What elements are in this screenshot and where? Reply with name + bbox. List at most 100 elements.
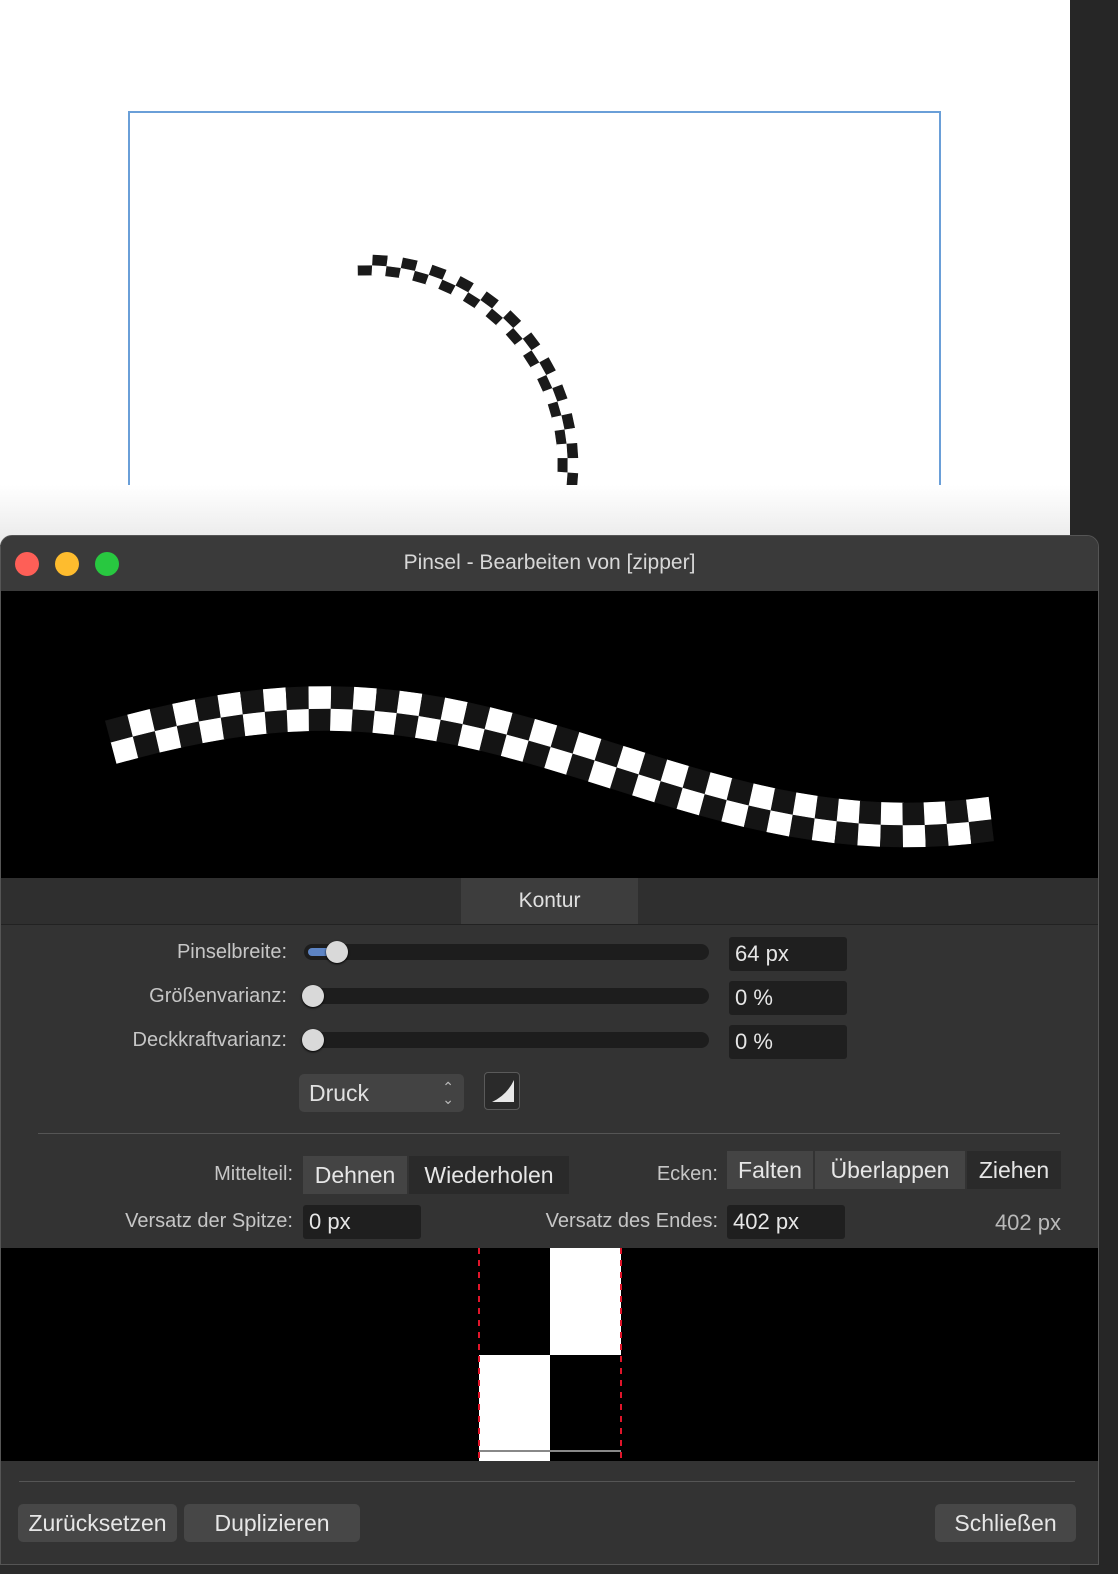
checker-tile	[814, 795, 841, 822]
checker-tile	[262, 687, 288, 712]
checker-tile	[880, 802, 904, 826]
checker-tile	[352, 686, 377, 711]
size-variance-field[interactable]: 0 %	[729, 981, 847, 1015]
checker-tile	[902, 802, 926, 826]
checker-tile	[198, 716, 226, 744]
pressure-select[interactable]: Druck ⌃ ⌄	[299, 1074, 464, 1112]
brush-width-slider[interactable]	[304, 941, 709, 963]
opacity-variance-slider[interactable]	[302, 1029, 709, 1051]
divider	[19, 1481, 1075, 1482]
window-title: Pinsel - Bearbeiten von [zipper]	[403, 551, 696, 574]
brush-width-slider-knob[interactable]	[326, 941, 348, 963]
checker-tile	[966, 796, 992, 823]
divider	[38, 1133, 1060, 1134]
brush-editor-dialog: Pinsel - Bearbeiten von [zipper] Kontur …	[0, 535, 1099, 1565]
checker-tile	[357, 254, 373, 266]
duplicate-button[interactable]: Duplizieren	[184, 1504, 360, 1542]
checker-tile	[351, 708, 376, 733]
checker-tile	[330, 686, 354, 710]
checker-tile	[834, 820, 860, 846]
checker-tile	[220, 713, 247, 740]
checker-tile	[566, 442, 579, 459]
tip-offset-label: Versatz der Spitze:	[125, 1210, 293, 1232]
tab-bar: Kontur	[1, 878, 1098, 925]
document-canvas[interactable]	[0, 0, 1070, 571]
checker-tile	[285, 686, 310, 710]
canvas-brush-stroke	[357, 254, 579, 545]
tip-offset-field[interactable]: 0 px	[303, 1205, 421, 1239]
select-chevron-icon: ⌃ ⌄	[442, 1079, 454, 1107]
pressure-curve-button[interactable]	[484, 1072, 520, 1110]
segment-tile	[550, 1248, 621, 1355]
checker-tile	[770, 788, 798, 815]
checker-tile	[836, 798, 862, 824]
corners-drag-button[interactable]: Ziehen	[967, 1151, 1061, 1189]
checker-tile	[308, 686, 332, 709]
checker-tile	[902, 824, 926, 848]
checker-tile	[242, 711, 268, 737]
brush-width-field[interactable]: 64 px	[729, 937, 847, 971]
checker-tile	[857, 822, 882, 847]
checker-tile	[944, 799, 970, 824]
brush-width-label: Pinselbreite:	[176, 941, 287, 963]
checker-tile	[286, 708, 311, 732]
checker-tile	[330, 708, 354, 732]
checker-tile	[923, 801, 948, 826]
checker-tile	[357, 264, 373, 276]
checker-tile	[374, 688, 400, 714]
middle-stretch-button[interactable]: Dehnen	[303, 1156, 407, 1194]
end-offset-label: Versatz des Endes:	[545, 1210, 718, 1232]
checker-tile	[946, 821, 972, 846]
checker-tile	[149, 703, 178, 732]
corners-label: Ecken:	[656, 1163, 718, 1185]
checker-tile	[308, 708, 332, 731]
checker-tile	[418, 693, 446, 720]
middle-label: Mittelteil:	[214, 1163, 293, 1185]
preview-brush-stroke	[104, 686, 994, 848]
opacity-variance-slider-knob[interactable]	[302, 1029, 324, 1051]
segment-preview-graphic	[478, 1248, 622, 1461]
checker-tile	[858, 800, 883, 825]
size-variance-label: Größenvarianz:	[149, 985, 287, 1007]
middle-repeat-button[interactable]: Wiederholen	[409, 1156, 569, 1194]
opacity-variance-label: Deckkraftvarianz:	[132, 1029, 288, 1051]
checker-tile	[880, 824, 904, 848]
checker-tile	[567, 458, 579, 474]
stroke-preview	[1, 591, 1098, 878]
checker-tile	[440, 697, 468, 725]
close-button[interactable]: Schließen	[935, 1504, 1076, 1542]
corners-fold-button[interactable]: Falten	[727, 1151, 813, 1189]
pressure-select-value: Druck	[309, 1080, 370, 1106]
checker-tile	[172, 699, 200, 727]
checker-tile	[557, 458, 569, 474]
opacity-variance-field[interactable]: 0 %	[729, 1025, 847, 1059]
segment-preview	[1, 1248, 1098, 1461]
checker-tile	[217, 691, 244, 718]
checker-tile	[792, 792, 819, 819]
segment-tile	[479, 1355, 550, 1461]
checker-tile	[789, 814, 816, 841]
checker-tile	[811, 817, 838, 844]
checker-tile	[371, 264, 388, 277]
size-variance-slider-knob[interactable]	[302, 985, 324, 1007]
checker-tile	[264, 709, 290, 734]
checker-tile	[372, 254, 388, 267]
checker-tile	[564, 427, 578, 445]
reset-button[interactable]: Zurücksetzen	[18, 1504, 177, 1542]
corners-overlap-button[interactable]: Überlappen	[815, 1151, 965, 1189]
checker-tile	[372, 710, 398, 736]
size-variance-slider[interactable]	[302, 985, 709, 1007]
total-length-readout: 402 px	[994, 1210, 1061, 1235]
checker-tile	[968, 818, 994, 844]
pressure-curve-icon	[492, 1080, 514, 1102]
checker-tile	[396, 690, 423, 717]
checker-tile	[924, 823, 949, 847]
title-bar: Pinsel - Bearbeiten von [zipper]	[1, 536, 1098, 592]
end-offset-field[interactable]: 402 px	[727, 1205, 845, 1239]
checker-tile	[393, 712, 420, 738]
checker-tile	[240, 689, 266, 715]
tab-kontur[interactable]: Kontur	[461, 878, 638, 924]
checker-tile	[194, 695, 222, 722]
checker-tile	[556, 443, 569, 460]
checker-tile	[766, 809, 794, 837]
